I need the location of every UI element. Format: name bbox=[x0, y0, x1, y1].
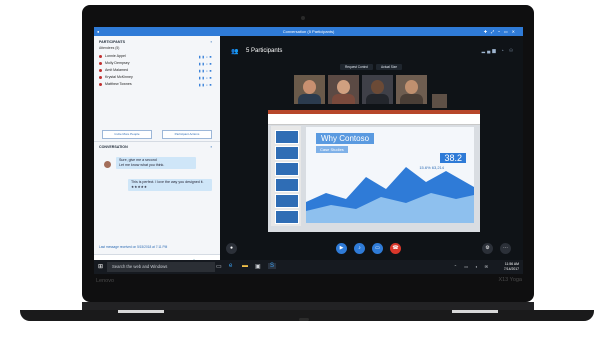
message-text: Let me know what you think. bbox=[119, 163, 165, 167]
slide-subtitle: Case Studies bbox=[316, 146, 348, 153]
base-highlight-left bbox=[118, 310, 164, 313]
participant-row[interactable]: Molly Dempsey ▮▮◖■ bbox=[99, 61, 215, 67]
participant-video-tile[interactable] bbox=[328, 75, 359, 104]
participant-row[interactable]: Amit Malamed ▮▮◖■ bbox=[99, 68, 215, 74]
camera-button[interactable]: ▶ bbox=[336, 243, 347, 254]
presence-dot bbox=[99, 54, 102, 58]
file-explorer-icon[interactable]: ▬ bbox=[242, 263, 248, 269]
actual-size-button[interactable]: Actual Size bbox=[376, 64, 402, 70]
brand-logo: Lenovo bbox=[96, 278, 115, 284]
close-icon[interactable]: ✕ bbox=[512, 29, 519, 34]
conversation-header: CONVERSATION bbox=[99, 145, 128, 149]
slide-stat-secondary: 15.6% 63,214 bbox=[419, 165, 444, 170]
last-message-timestamp: Last message received on 5/15/2018 at 7:… bbox=[99, 245, 168, 249]
chat-message: This is perfect. I love the way you desi… bbox=[128, 179, 212, 191]
attendees-label: Attendees (5) bbox=[99, 46, 120, 50]
base-highlight-right bbox=[452, 310, 498, 313]
participants-header: PARTICIPANTS bbox=[99, 40, 126, 44]
screen: ● Conversation (5 Participants) ✚⤢⎯▭✕ PA… bbox=[94, 27, 523, 274]
participant-row[interactable]: Krystal McKinney ▮▮◖■ bbox=[99, 75, 215, 81]
participant-actions-button[interactable]: Participant Actions bbox=[162, 130, 212, 139]
windows-taskbar: ⊞ Search the web and Windows ▭ e ▬ ▣ S ⌃… bbox=[94, 260, 523, 274]
chat-message: Sure, give me a second Let me know what … bbox=[116, 157, 196, 169]
system-tray-icons[interactable]: ⌃ ▭ ◖ ✉ bbox=[454, 264, 491, 269]
share-screen-button[interactable]: ▭ bbox=[372, 243, 383, 254]
avatar bbox=[104, 161, 111, 168]
base-notch bbox=[299, 318, 309, 321]
request-control-button[interactable]: Request Control bbox=[340, 64, 373, 70]
webcam bbox=[301, 16, 305, 20]
maximize-icon[interactable]: ▭ bbox=[504, 29, 512, 34]
participant-video-tile[interactable] bbox=[396, 75, 427, 104]
model-label: X13 Yoga bbox=[498, 277, 522, 283]
participant-actions-icons[interactable]: ▮▮◖■ bbox=[199, 69, 213, 73]
laptop-hinge bbox=[82, 302, 534, 310]
presence-dot bbox=[99, 75, 102, 79]
devices-button[interactable]: ⚙ bbox=[482, 243, 493, 254]
window-title: Conversation (5 Participants) bbox=[282, 29, 335, 34]
clock-date: 7/14/2017 bbox=[503, 266, 519, 271]
microphone-button[interactable]: ♪ bbox=[354, 243, 365, 254]
participant-row[interactable]: Lonnie Appel ▮▮◖■ bbox=[99, 54, 215, 60]
participant-video-tile[interactable] bbox=[362, 75, 393, 104]
window-controls[interactable]: ✚⤢⎯▭✕ bbox=[484, 27, 519, 36]
more-options-button[interactable]: ⋯ bbox=[500, 243, 511, 254]
taskbar-clock[interactable]: 11:56 AM 7/14/2017 bbox=[504, 262, 519, 271]
add-icon[interactable]: ✚ bbox=[484, 29, 491, 34]
windows-start-icon[interactable]: ⊞ bbox=[98, 263, 103, 270]
participant-name: Lonnie Appel bbox=[105, 54, 126, 58]
slide-thumbnails bbox=[271, 126, 301, 226]
participants-count-title: 5 Participants bbox=[246, 48, 283, 54]
call-status-icons[interactable]: ▂▄▆ ◔ ⚇ bbox=[482, 48, 515, 54]
skype-icon[interactable]: S bbox=[268, 263, 277, 269]
taskbar-search-box[interactable]: Search the web and Windows bbox=[107, 262, 215, 272]
clock-time: 11:56 AM bbox=[504, 262, 519, 266]
divider bbox=[94, 141, 220, 142]
participant-actions-icons[interactable]: ▮▮◖■ bbox=[199, 83, 213, 87]
invite-more-people-button[interactable]: Invite More People bbox=[102, 130, 152, 139]
chat-toggle-button[interactable]: ● bbox=[226, 243, 237, 254]
participant-actions-icons[interactable]: ▮▮◖■ bbox=[199, 62, 213, 66]
group-icon: 👥 bbox=[231, 49, 239, 55]
presence-dot bbox=[99, 61, 102, 65]
side-panel: PARTICIPANTS ▪ Attendees (5) Lonnie Appe… bbox=[94, 36, 220, 270]
call-controls: ● ▶ ♪ ▭ ☎ ⚙ ⋯ bbox=[220, 242, 523, 256]
participant-video-tile[interactable] bbox=[294, 75, 325, 104]
participant-name: Krystal McKinney bbox=[105, 75, 133, 79]
presence-dot bbox=[99, 82, 102, 86]
slide-stat: 38.2 bbox=[440, 153, 466, 163]
self-video-tile[interactable] bbox=[432, 94, 447, 108]
edge-icon[interactable]: e bbox=[229, 263, 232, 269]
participant-row[interactable]: Matthew Townes ▮▮◖■ bbox=[99, 82, 215, 88]
participant-actions-icons[interactable]: ▮▮◖■ bbox=[199, 55, 213, 59]
participant-actions-icons[interactable]: ▮▮◖■ bbox=[199, 76, 213, 80]
presentation-ribbon bbox=[268, 110, 480, 125]
screen-share-view[interactable]: Why Contoso Case Studies 38.2 15.6% 63,2… bbox=[268, 110, 480, 232]
collapse-participants-icon[interactable]: ▪ bbox=[211, 39, 212, 44]
video-stage: 👥 5 Participants ▂▄▆ ◔ ⚇ Request Control… bbox=[220, 36, 523, 260]
slide-title: Why Contoso bbox=[316, 133, 375, 144]
hang-up-button[interactable]: ☎ bbox=[390, 243, 401, 254]
task-view-icon[interactable]: ▭ bbox=[216, 263, 222, 270]
presentation-slide: Why Contoso Case Studies 38.2 15.6% 63,2… bbox=[306, 127, 474, 223]
collapse-conversation-icon[interactable]: ▪ bbox=[211, 144, 212, 149]
participant-name: Matthew Townes bbox=[105, 82, 132, 86]
participant-name: Amit Malamed bbox=[105, 68, 128, 72]
store-icon[interactable]: ▣ bbox=[255, 263, 261, 270]
participant-name: Molly Dempsey bbox=[105, 61, 130, 65]
window-titlebar: ● Conversation (5 Participants) ✚⤢⎯▭✕ bbox=[94, 27, 523, 36]
presence-dot bbox=[99, 68, 102, 72]
